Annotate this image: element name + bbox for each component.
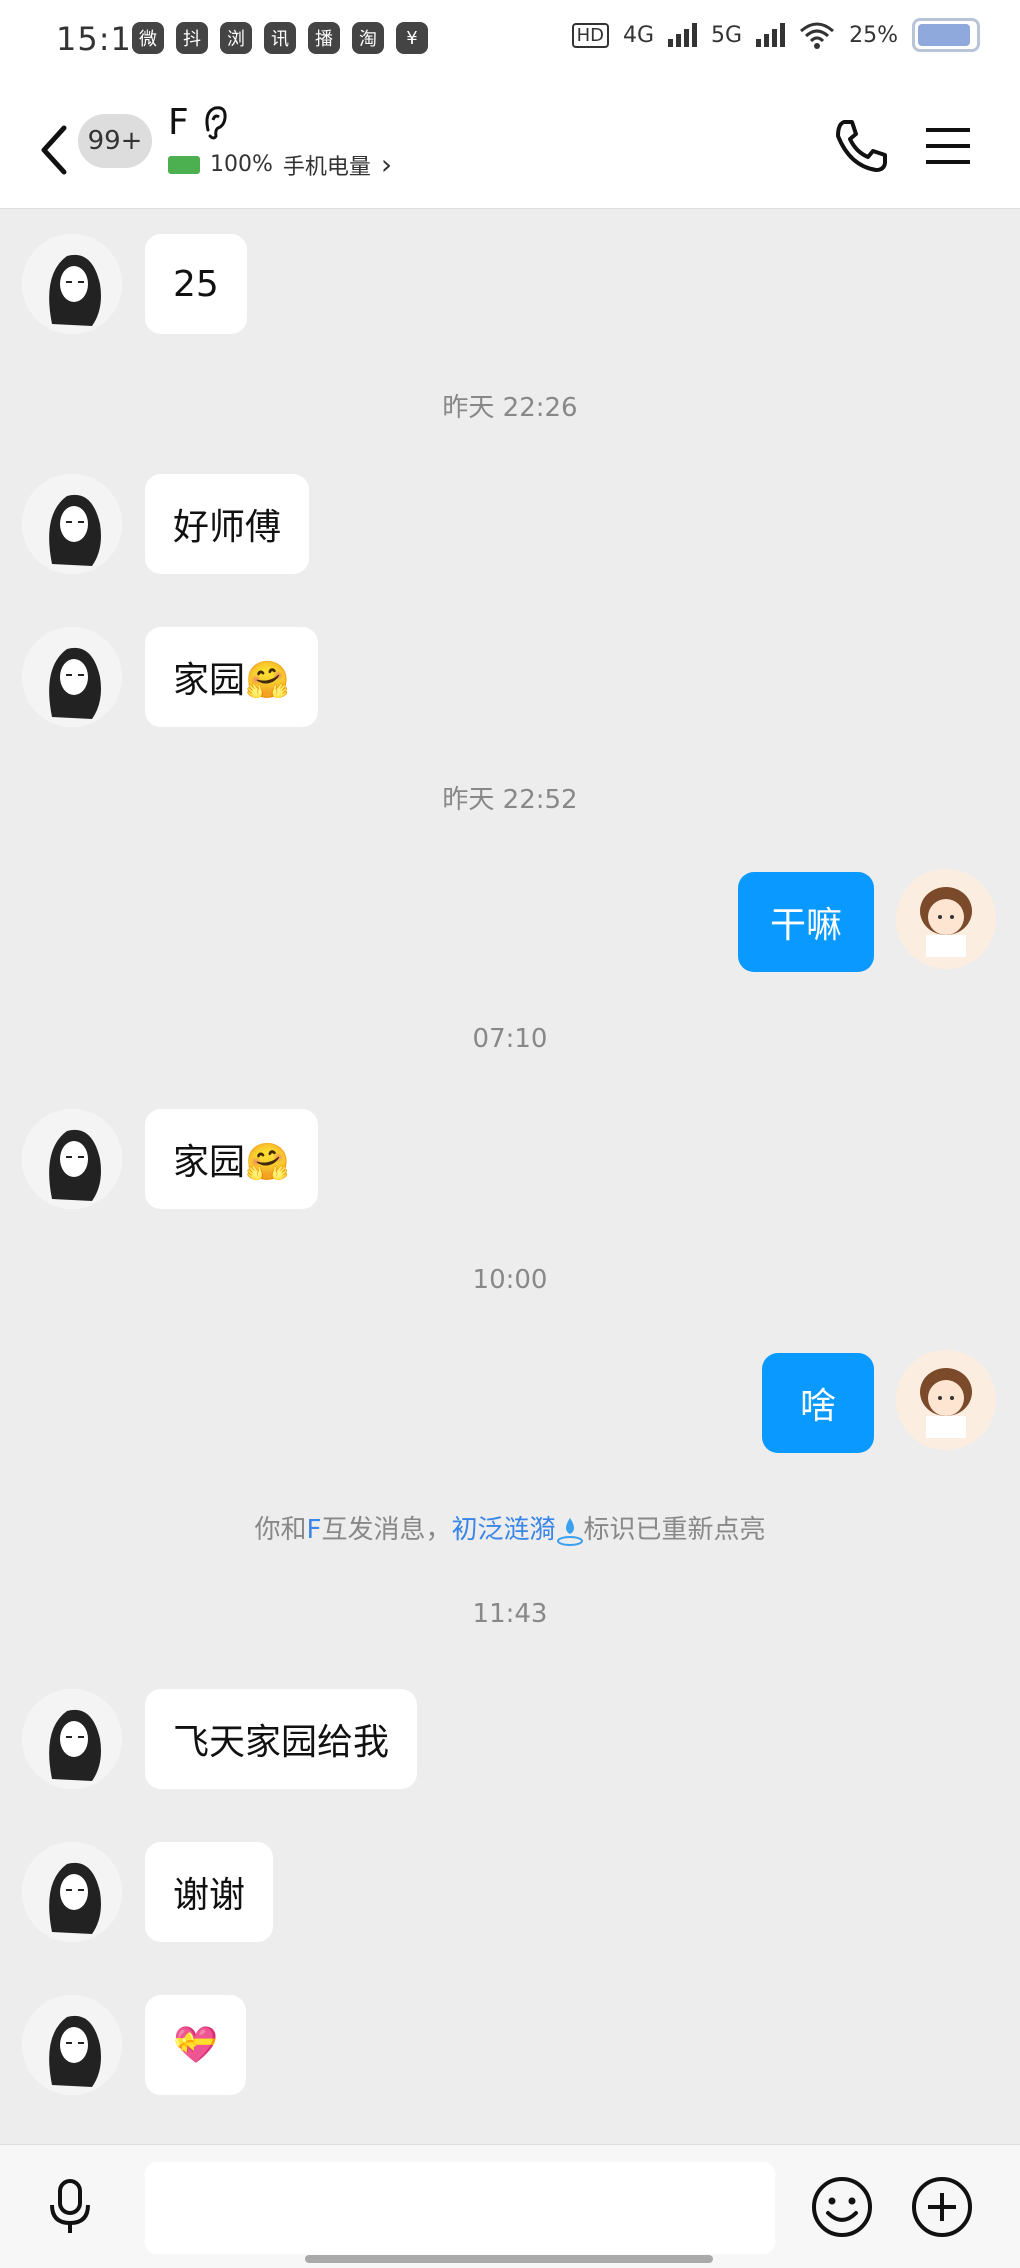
unread-count-badge[interactable]: 99+ xyxy=(78,114,152,168)
message-timestamp: 昨天 22:52 xyxy=(442,785,578,815)
taobao-icon: 淘 xyxy=(352,22,384,54)
message-bubble-incoming[interactable]: 家园🤗 xyxy=(145,627,318,727)
user-avatar[interactable] xyxy=(896,869,996,969)
contact-name[interactable]: F xyxy=(168,102,189,143)
contact-avatar[interactable] xyxy=(22,627,122,727)
message-bubble-incoming[interactable]: 💝 xyxy=(145,1995,246,2095)
browser-icon: 浏 xyxy=(220,22,252,54)
system-notice: 你和F互发消息，初泛涟漪 标识已重新点亮 xyxy=(0,1509,1020,1546)
message-input-bar xyxy=(0,2144,1020,2268)
wechat-icon: 微 xyxy=(132,22,164,54)
streak-badge-link[interactable]: 初泛涟漪 xyxy=(451,1515,555,1545)
message-bubble-outgoing[interactable]: 干嘛 xyxy=(738,872,874,972)
plus-icon[interactable] xyxy=(910,2175,974,2239)
hd-label: HD xyxy=(571,22,609,48)
message-timestamp: 昨天 22:26 xyxy=(442,393,578,423)
message-bubble-incoming[interactable]: 好师傅 xyxy=(145,474,310,574)
contact-avatar[interactable] xyxy=(22,234,122,334)
message-bubble-incoming[interactable]: 25 xyxy=(145,234,247,334)
device-battery-percent: 100% xyxy=(210,152,273,177)
notice-text: 标识已重新点亮 xyxy=(583,1515,766,1545)
menu-icon[interactable] xyxy=(922,120,974,172)
notice-text: 你和 xyxy=(254,1515,307,1545)
device-battery-label: 手机电量 xyxy=(282,154,371,180)
tiktok-icon: 抖 xyxy=(176,22,208,54)
status-bar: 15:19 微 抖 浏 讯 播 淘 ¥ HD 4G 5G 25% xyxy=(0,0,1020,80)
ear-icon xyxy=(205,106,227,140)
phone-call-icon[interactable] xyxy=(830,116,890,176)
chat-header: 99+ F 100% 手机电量 › xyxy=(0,80,1020,209)
message-icon: 讯 xyxy=(264,22,296,54)
play-icon: 播 xyxy=(308,22,340,54)
message-timestamp: 10:00 xyxy=(472,1265,548,1295)
battery-percent: 25% xyxy=(849,22,898,48)
network-4g-label: 4G xyxy=(623,22,655,48)
message-bubble-incoming[interactable]: 飞天家园给我 xyxy=(145,1689,418,1789)
emoji-icon[interactable] xyxy=(810,2175,874,2239)
contact-avatar[interactable] xyxy=(22,1842,122,1942)
microphone-icon[interactable] xyxy=(40,2177,100,2237)
signal-4g-icon xyxy=(668,23,698,47)
message-input[interactable] xyxy=(145,2162,775,2254)
message-bubble-incoming[interactable]: 谢谢 xyxy=(145,1842,274,1942)
contact-avatar[interactable] xyxy=(22,474,122,574)
contact-avatar[interactable] xyxy=(22,1689,122,1789)
chat-messages[interactable]: 25 昨天 22:26 好师傅 家园🤗 昨天 22:52 干嘛 07:10 家园… xyxy=(0,209,1020,2144)
device-battery-info[interactable]: 100% 手机电量 › xyxy=(168,148,392,181)
water-drop-icon xyxy=(556,1517,583,1546)
notice-text: 互发消息， xyxy=(321,1515,452,1545)
back-arrow-icon[interactable] xyxy=(34,120,74,180)
contact-avatar[interactable] xyxy=(22,1109,122,1209)
payment-icon: ¥ xyxy=(396,22,428,54)
battery-icon xyxy=(912,18,980,52)
network-5g-label: 5G xyxy=(711,22,743,48)
user-avatar[interactable] xyxy=(896,1350,996,1450)
status-app-icons: 微 抖 浏 讯 播 淘 ¥ xyxy=(132,22,428,54)
device-battery-icon xyxy=(168,155,200,174)
notice-contact-name[interactable]: F xyxy=(307,1515,322,1545)
message-bubble-incoming[interactable]: 家园🤗 xyxy=(145,1109,318,1209)
message-timestamp: 11:43 xyxy=(472,1599,548,1629)
home-indicator[interactable] xyxy=(305,2255,713,2263)
message-bubble-outgoing[interactable]: 啥 xyxy=(762,1353,874,1453)
signal-5g-icon xyxy=(756,23,786,47)
status-indicators: HD 4G 5G 25% xyxy=(571,18,980,52)
wifi-icon xyxy=(800,22,835,49)
chevron-right-icon: › xyxy=(380,148,393,181)
message-timestamp: 07:10 xyxy=(472,1024,548,1054)
contact-avatar[interactable] xyxy=(22,1995,122,2095)
